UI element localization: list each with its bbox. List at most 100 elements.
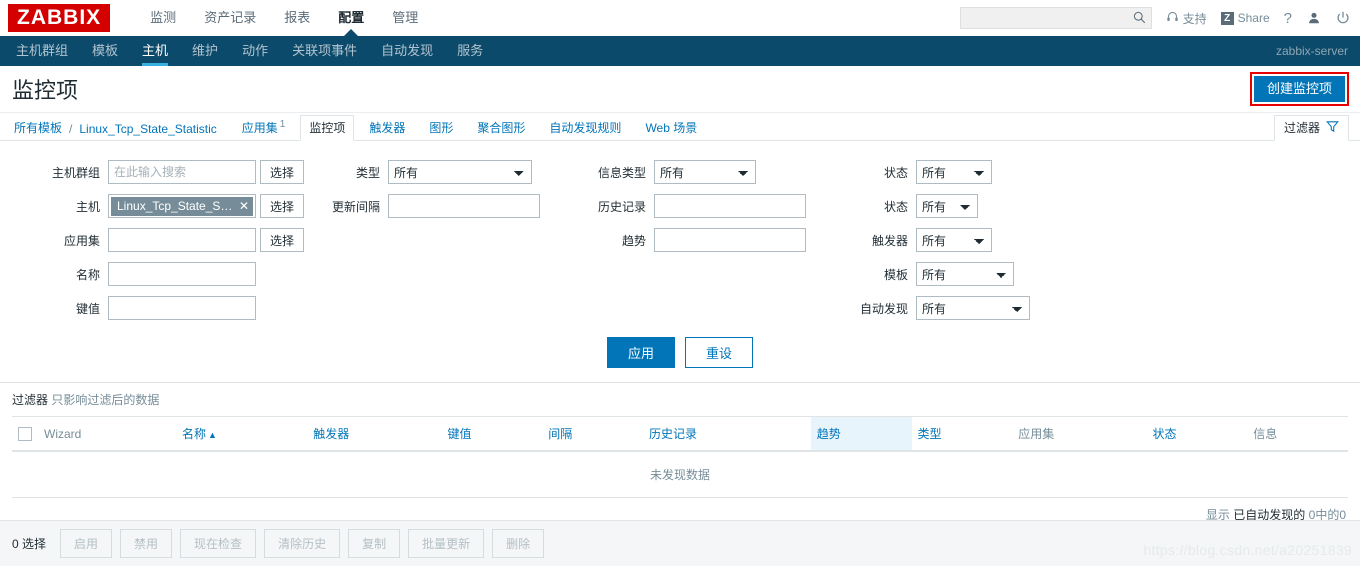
bulk-action-批量更新[interactable]: 批量更新 [408, 529, 485, 558]
server-name: zabbix-server [1275, 44, 1348, 58]
breadcrumb-tab-0[interactable]: 应用集 1 [233, 115, 295, 140]
items-table: Wizard 名称 ▲ 触发器 键值 间隔 历史记录 趋势 类型 应用集 状态 信息 未发现数据 [12, 416, 1348, 498]
filter-input-名称[interactable] [108, 262, 256, 286]
filter-panel: 主机群组选择主机Linux_Tcp_State_St...✕选择应用集选择名称键… [0, 140, 1360, 382]
column-header-label: 趋势 [816, 427, 841, 441]
main-nav-item-4[interactable]: 管理 [378, 0, 432, 36]
column-header-状态[interactable]: 状态 [1146, 416, 1248, 452]
breadcrumb-tab-label: 监控项 [309, 121, 346, 135]
filter-select-button-应用集[interactable]: 选择 [260, 228, 305, 252]
breadcrumb-all-templates[interactable]: 所有模板 [12, 115, 64, 140]
filter-select-信息类型[interactable]: 所有 [654, 160, 757, 184]
column-header-键值[interactable]: 键值 [441, 416, 543, 452]
header-right-tools: 支持 Z Share ? [959, 0, 1352, 36]
filter-select-button-主机群组[interactable]: 选择 [260, 160, 305, 184]
main-nav-item-3[interactable]: 配置 [324, 0, 378, 36]
filter-input-趋势[interactable] [654, 228, 807, 252]
filter-input-键值[interactable] [108, 296, 256, 320]
filter-input-更新间隔[interactable] [388, 194, 541, 218]
sub-nav-item-3[interactable]: 维护 [180, 36, 230, 66]
filter-row-状态: 状态 所有 [846, 189, 1030, 223]
create-item-button[interactable]: 创建监控项 [1253, 76, 1345, 103]
column-header-label: 触发器 [313, 427, 350, 441]
filter-row-状态: 状态 所有 [846, 155, 1030, 189]
filter-input-应用集[interactable] [108, 228, 256, 252]
breadcrumb-tab-3[interactable]: 图形 [420, 115, 462, 140]
filter-row-主机群组: 主机群组 选择 [10, 155, 305, 189]
sub-nav-item-0[interactable]: 主机群组 [4, 36, 80, 66]
breadcrumb-tab-label: 应用集 [241, 121, 278, 135]
breadcrumb-tab-6[interactable]: Web 场景 [636, 115, 706, 140]
filter-label: 类型 [356, 165, 381, 180]
help-icon[interactable]: ? [1284, 10, 1292, 27]
filter-label: 信息类型 [598, 165, 647, 180]
breadcrumb-tab-4[interactable]: 聚合图形 [468, 115, 534, 140]
column-header-触发器[interactable]: 触发器 [307, 416, 442, 452]
column-header-label: Wizard [44, 426, 82, 441]
filter-select-模板[interactable]: 所有 [916, 262, 1015, 286]
sub-nav-item-1[interactable]: 模板 [80, 36, 130, 66]
bulk-action-禁用[interactable]: 禁用 [120, 529, 173, 558]
support-link[interactable]: 支持 [1166, 10, 1207, 27]
page-title: 监控项 [12, 78, 79, 103]
column-header-历史记录[interactable]: 历史记录 [642, 416, 811, 452]
filter-tab[interactable]: 过滤器 [1273, 115, 1349, 141]
filter-select-状态[interactable]: 所有 [916, 194, 979, 218]
main-nav-item-0[interactable]: 监测 [136, 0, 190, 36]
breadcrumb-tab-label: 自动发现规则 [549, 121, 622, 135]
sub-nav-item-7[interactable]: 服务 [445, 36, 495, 66]
bulk-action-复制[interactable]: 复制 [348, 529, 401, 558]
column-header-类型[interactable]: 类型 [911, 416, 1013, 452]
filter-funnel-icon [1326, 120, 1339, 136]
main-nav-item-1[interactable]: 资产记录 [190, 0, 270, 36]
filter-label: 自动发现 [860, 301, 909, 316]
page-header: 监控项 创建监控项 [0, 66, 1360, 112]
reset-filter-button[interactable]: 重设 [685, 337, 754, 368]
filter-select-button-主机[interactable]: 选择 [260, 194, 305, 218]
sort-ascending-icon: ▲ [208, 430, 217, 440]
filter-select-触发器[interactable]: 所有 [916, 228, 993, 252]
sub-nav-item-4[interactable]: 动作 [230, 36, 280, 66]
filter-select-类型[interactable]: 所有 [388, 160, 533, 184]
column-header-间隔[interactable]: 间隔 [542, 416, 643, 452]
no-data-message: 未发现数据 [12, 451, 1348, 498]
filter-column-1: 主机群组选择主机Linux_Tcp_State_St...✕选择应用集选择名称键… [10, 155, 305, 325]
apply-filter-button[interactable]: 应用 [606, 337, 675, 368]
bulk-action-现在检查[interactable]: 现在检查 [180, 529, 257, 558]
filter-multiselect-主机[interactable]: Linux_Tcp_State_St... ✕ [108, 194, 256, 218]
column-header-label: 历史记录 [648, 427, 697, 441]
column-header-趋势[interactable]: 趋势 [810, 416, 912, 452]
breadcrumb-tab-5[interactable]: 自动发现规则 [540, 115, 630, 140]
filter-label: 模板 [884, 267, 909, 282]
filter-select-状态[interactable]: 所有 [916, 160, 993, 184]
column-header-名称[interactable]: 名称 ▲ [175, 416, 308, 452]
sub-nav-item-6[interactable]: 自动发现 [369, 36, 445, 66]
bulk-action-清除历史[interactable]: 清除历史 [264, 529, 341, 558]
column-header-Wizard: Wizard [38, 416, 176, 452]
filter-select-自动发现[interactable]: 所有 [916, 296, 1031, 320]
filter-label: 状态 [884, 165, 909, 180]
bulk-action-启用[interactable]: 启用 [60, 529, 113, 558]
sub-nav-item-5[interactable]: 关联项事件 [280, 36, 369, 66]
user-icon[interactable] [1307, 11, 1321, 25]
sub-nav-item-2[interactable]: 主机 [130, 36, 180, 66]
breadcrumb-tab-1[interactable]: 监控项 [300, 115, 355, 141]
zabbix-logo[interactable]: ZABBIX [8, 4, 111, 32]
column-header-label: 状态 [1152, 427, 1177, 441]
filter-input-历史记录[interactable] [654, 194, 807, 218]
bulk-action-删除[interactable]: 删除 [492, 529, 545, 558]
filter-input-主机群组[interactable] [108, 160, 256, 184]
chip-remove-icon[interactable]: ✕ [239, 199, 249, 213]
main-nav-item-2[interactable]: 报表 [270, 0, 324, 36]
help-label: ? [1283, 9, 1292, 27]
global-search[interactable] [959, 7, 1152, 29]
search-input[interactable] [960, 8, 1151, 28]
share-link[interactable]: Z Share [1220, 11, 1270, 25]
selected-host-chip: Linux_Tcp_State_St... ✕ [111, 196, 253, 216]
breadcrumb-tab-2[interactable]: 触发器 [360, 115, 414, 140]
power-icon[interactable] [1336, 11, 1350, 25]
breadcrumb-template-name[interactable]: Linux_Tcp_State_Statistic [77, 118, 218, 140]
filter-row-触发器: 触发器 所有 [846, 223, 1030, 257]
select-all-checkbox[interactable] [18, 426, 32, 441]
filter-row-更新间隔: 更新间隔 [330, 189, 541, 223]
